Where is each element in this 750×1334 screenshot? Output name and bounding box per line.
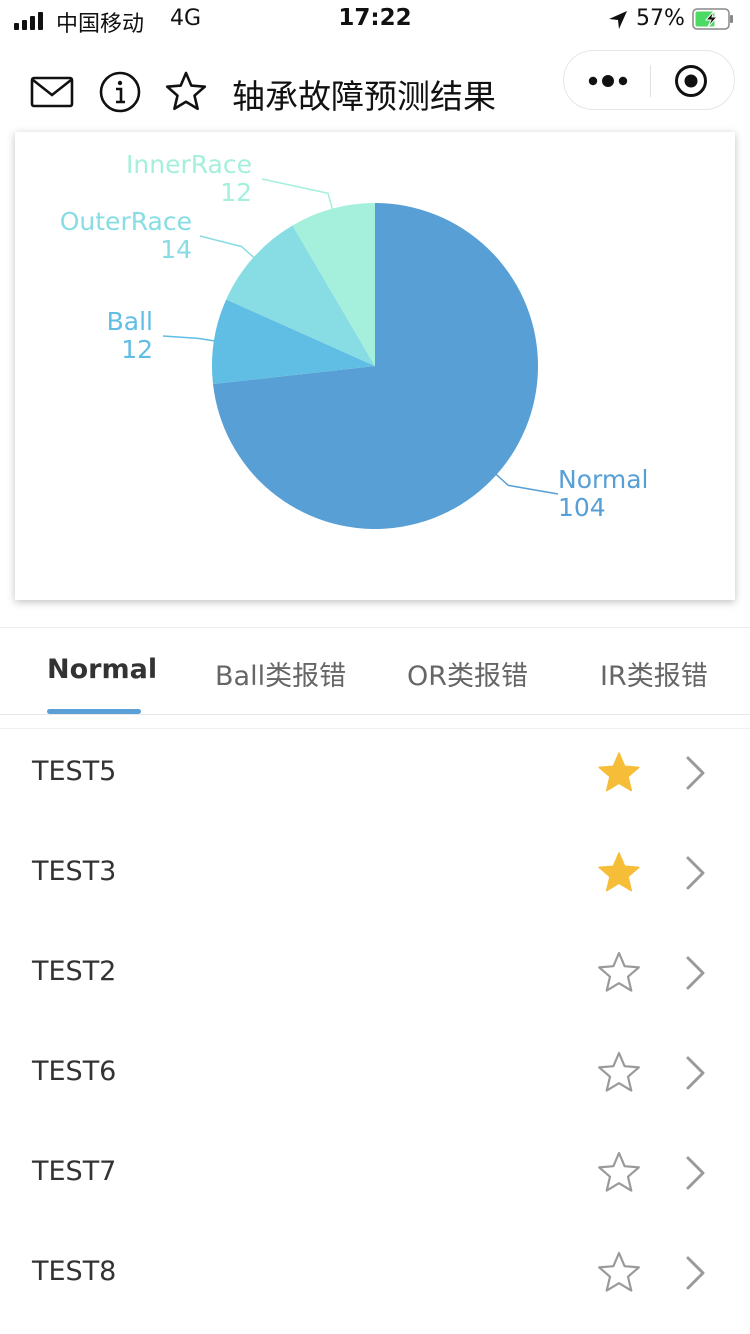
- list-item-label: TEST6: [32, 1056, 117, 1087]
- list-item[interactable]: TEST8: [0, 1222, 750, 1322]
- chevron-right-icon[interactable]: [682, 1154, 710, 1192]
- status-bar: 中国移动 4G 17:22 57%: [0, 0, 750, 40]
- star-filled-icon[interactable]: [596, 750, 642, 796]
- list-item-label: TEST8: [32, 1256, 117, 1287]
- nav-bar: 轴承故障预测结果: [0, 44, 750, 130]
- more-dots-icon[interactable]: [586, 67, 630, 95]
- star-outline-icon[interactable]: [164, 70, 208, 114]
- tab-ball[interactable]: Ball类报错: [215, 654, 346, 693]
- tab-or[interactable]: OR类报错: [407, 654, 528, 693]
- page-title: 轴承故障预测结果: [232, 77, 496, 116]
- chevron-right-icon[interactable]: [682, 954, 710, 992]
- chevron-right-icon[interactable]: [682, 854, 710, 892]
- chevron-right-icon[interactable]: [682, 754, 710, 792]
- slice-label: Ball: [107, 307, 153, 336]
- location-arrow-icon: [609, 11, 627, 29]
- tab-bar: Normal Ball类报错 OR类报错 IR类报错: [0, 628, 750, 714]
- list-item[interactable]: TEST7: [0, 1122, 750, 1222]
- star-filled-icon[interactable]: [596, 850, 642, 896]
- tab-normal[interactable]: Normal: [47, 654, 157, 685]
- slice-value: 12: [121, 335, 153, 364]
- leader-line-ball: [162, 335, 217, 342]
- star-outline-icon[interactable]: [596, 1150, 642, 1196]
- list-item-label: TEST3: [32, 856, 117, 887]
- divider: [0, 714, 750, 715]
- slice-label: OuterRace: [60, 207, 192, 236]
- test-list: TEST5 TEST3 TEST2 TEST6 TEST7 TEST8: [0, 722, 750, 1322]
- list-item-label: TEST2: [32, 956, 117, 987]
- list-item[interactable]: TEST2: [0, 922, 750, 1022]
- pie-chart-card: Normal 104 Ball 12 OuterRace 14 InnerRace 12: [15, 132, 735, 600]
- chevron-right-icon[interactable]: [682, 1054, 710, 1092]
- list-item-label: TEST7: [32, 1156, 117, 1187]
- capsule-divider: [650, 65, 651, 97]
- slice-value: 12: [220, 178, 252, 207]
- list-item-label: TEST5: [32, 756, 117, 787]
- target-icon[interactable]: [674, 64, 708, 98]
- list-item[interactable]: TEST3: [0, 822, 750, 922]
- info-icon[interactable]: [98, 70, 142, 114]
- slice-label: InnerRace: [126, 150, 252, 179]
- mail-icon[interactable]: [30, 70, 74, 114]
- leader-line-outerrace: [199, 235, 256, 260]
- pie-chart: Normal104Ball12OuterRace14InnerRace12: [60, 150, 648, 529]
- leader-line-innerrace: [261, 178, 334, 211]
- mini-program-capsule: [563, 50, 735, 110]
- chevron-right-icon[interactable]: [682, 1254, 710, 1292]
- list-item[interactable]: TEST5: [0, 722, 750, 822]
- leader-line-normal: [494, 472, 559, 495]
- star-outline-icon[interactable]: [596, 950, 642, 996]
- tab-ir[interactable]: IR类报错: [600, 654, 708, 693]
- battery-charging-icon: [692, 8, 733, 30]
- slice-value: 104: [558, 493, 606, 522]
- slice-label: Normal: [558, 465, 648, 494]
- slice-value: 14: [160, 235, 192, 264]
- star-outline-icon[interactable]: [596, 1250, 642, 1296]
- battery-percentage: 57%: [636, 6, 685, 31]
- star-outline-icon[interactable]: [596, 1050, 642, 1096]
- list-item[interactable]: TEST6: [0, 1022, 750, 1122]
